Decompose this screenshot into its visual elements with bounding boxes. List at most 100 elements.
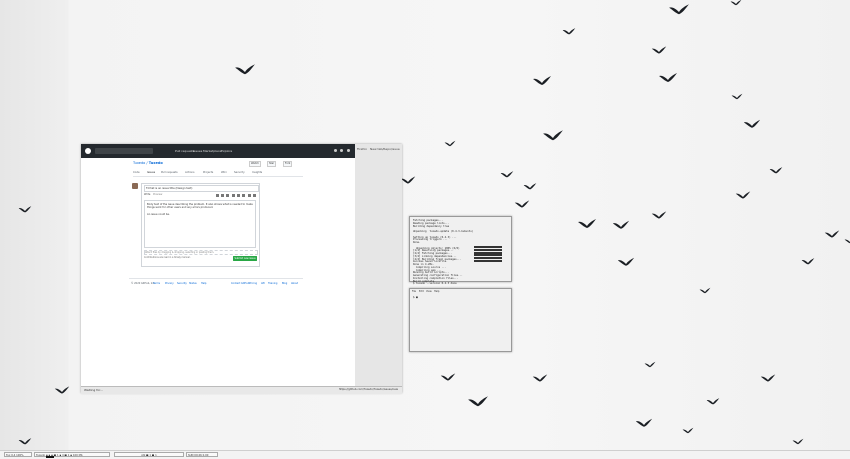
footer-link[interactable]: Terms (153, 282, 160, 285)
tab-insights[interactable]: Insights (252, 171, 262, 174)
taskbar-item[interactable]: Tux 0.4 100% (4, 452, 32, 457)
bird-silhouette (730, 0, 742, 6)
taskbar-clock[interactable]: SUN 09:26 0.00 (186, 452, 218, 457)
bird-silhouette (18, 438, 32, 445)
repo-owner[interactable]: Tuxedo (133, 161, 145, 165)
terminal-window-output[interactable]: Fetching packages... Reading package list… (409, 216, 512, 285)
footer-link[interactable]: Privacy (165, 282, 174, 285)
bird-silhouette (523, 183, 537, 190)
bird-silhouette (760, 374, 776, 382)
bird-silhouette (706, 398, 720, 405)
bird-silhouette (562, 28, 576, 35)
attach-files-area[interactable]: Attach files by dragging & dropping, sel… (144, 250, 258, 255)
contribution-guidelines: Contributions are read in a timely manne… (144, 256, 191, 259)
repo-tabs: Code Issues Pull requests Actions Projec… (133, 171, 303, 177)
footer-copyright: © 2020 GitHub, Inc. (131, 282, 156, 285)
bird-silhouette (651, 211, 667, 219)
footer-link[interactable]: API (261, 282, 265, 285)
search-input[interactable] (95, 148, 153, 154)
footer-link[interactable]: Help (201, 282, 206, 285)
taskbar-item[interactable]: gtk ■ 1 ■ 1 (114, 452, 184, 457)
link-icon[interactable] (242, 194, 245, 197)
menu-view[interactable]: View (426, 290, 432, 293)
new-issue-form: Tmhat is an issue title (Design text) Wr… (141, 183, 260, 267)
bird-silhouette (500, 171, 514, 178)
quote-icon[interactable] (232, 194, 235, 197)
heading-icon[interactable] (216, 194, 219, 197)
tab-pull-requests[interactable]: Pull requests (161, 171, 178, 174)
tab-security[interactable]: Security (234, 171, 245, 174)
star-button[interactable]: Star (267, 161, 277, 167)
terminal-line: Unpacking tuxedo-update (0.4.3-1ubuntu) (413, 230, 474, 233)
bold-icon[interactable] (221, 194, 224, 197)
footer-link[interactable]: Contact GitHub (231, 282, 249, 285)
github-logo-icon[interactable] (85, 148, 91, 154)
progress-bar (474, 248, 502, 251)
browser-window[interactable]: Pull requests Issues Marketplace Explore… (81, 144, 402, 394)
tab-write[interactable]: Write (144, 193, 150, 196)
tab-issues[interactable]: Issues (147, 171, 155, 174)
list-icon[interactable] (248, 194, 251, 197)
footer-link[interactable]: Status (189, 282, 197, 285)
footer-link[interactable]: Security (177, 282, 187, 285)
submit-issue-button[interactable]: Submit new issue (233, 256, 257, 261)
bird-silhouette (578, 219, 596, 228)
footer-link[interactable]: About (291, 282, 298, 285)
progress-bar (474, 246, 502, 248)
terminal-prompt[interactable]: $ ■ (413, 296, 418, 299)
terminal-window-empty[interactable]: File Edit View Help $ ■ (409, 288, 512, 352)
italic-icon[interactable] (226, 194, 229, 197)
fork-button[interactable]: Fork (283, 161, 293, 167)
code-icon[interactable] (237, 194, 240, 197)
terminal-line: $ tuxedo --version 0.4.3 done (413, 282, 457, 286)
tab-code[interactable]: Code (133, 171, 140, 174)
mention-icon[interactable] (253, 194, 256, 197)
bird-silhouette (533, 76, 551, 85)
progress-bar (474, 257, 502, 260)
menu-file[interactable]: File (412, 290, 416, 293)
footer-link[interactable]: Blog (282, 282, 287, 285)
page-content: Tuxedo / Tuxedo Watch Star Fork Code Iss… (81, 158, 355, 386)
avatar[interactable] (347, 149, 350, 152)
footer-link[interactable]: Training (268, 282, 277, 285)
issue-body-textarea[interactable]: Body text of the issue describing the pr… (144, 200, 256, 248)
bird-silhouette (769, 167, 783, 174)
bird-silhouette (235, 64, 255, 75)
bird-silhouette (844, 239, 850, 244)
bird-silhouette (669, 4, 689, 15)
issue-body-text: Body text of the issue describing the pr… (147, 203, 253, 217)
plus-icon[interactable] (340, 149, 343, 152)
tab-wiki[interactable]: Wiki (221, 171, 226, 174)
github-header: Pull requests Issues Marketplace Explore (81, 144, 355, 158)
tab-preview[interactable]: Preview (153, 193, 162, 196)
notification-bell-icon[interactable] (334, 149, 337, 152)
side-panel-title: New tab/Repo/issue (370, 147, 400, 151)
issue-title-input[interactable]: Tmhat is an issue title (Design text) (144, 185, 259, 192)
bird-silhouette (699, 287, 711, 294)
repo-title[interactable]: Tuxedo / Tuxedo (133, 161, 163, 165)
nav-issues[interactable]: Issues (193, 149, 202, 153)
bird-silhouette (644, 361, 656, 368)
repo-name[interactable]: Tuxedo (149, 161, 163, 165)
watch-button[interactable]: Watch (249, 161, 261, 167)
bird-silhouette (735, 191, 751, 199)
progress-bar (474, 260, 502, 262)
bird-silhouette (54, 386, 70, 394)
nav-pull-requests[interactable]: Pull requests (175, 149, 194, 153)
terminal-output: Fetching packages... Reading package list… (413, 219, 474, 286)
bird-silhouette (635, 418, 653, 427)
bird-silhouette (792, 438, 804, 445)
footer-link[interactable]: Pricing (249, 282, 257, 285)
bird-silhouette (659, 73, 677, 82)
menu-help[interactable]: Help (434, 290, 439, 293)
nav-explore[interactable]: Explore (221, 149, 232, 153)
status-text: Waiting for... (84, 388, 103, 392)
nav-marketplace[interactable]: Marketplace (203, 149, 221, 153)
bird-silhouette (824, 230, 840, 238)
tab-projects[interactable]: Projects (203, 171, 213, 174)
tab-actions[interactable]: Actions (185, 171, 194, 174)
bird-silhouette (801, 258, 815, 265)
bird-silhouette (617, 257, 635, 266)
menu-edit[interactable]: Edit (419, 290, 424, 293)
bird-silhouette (532, 374, 548, 382)
